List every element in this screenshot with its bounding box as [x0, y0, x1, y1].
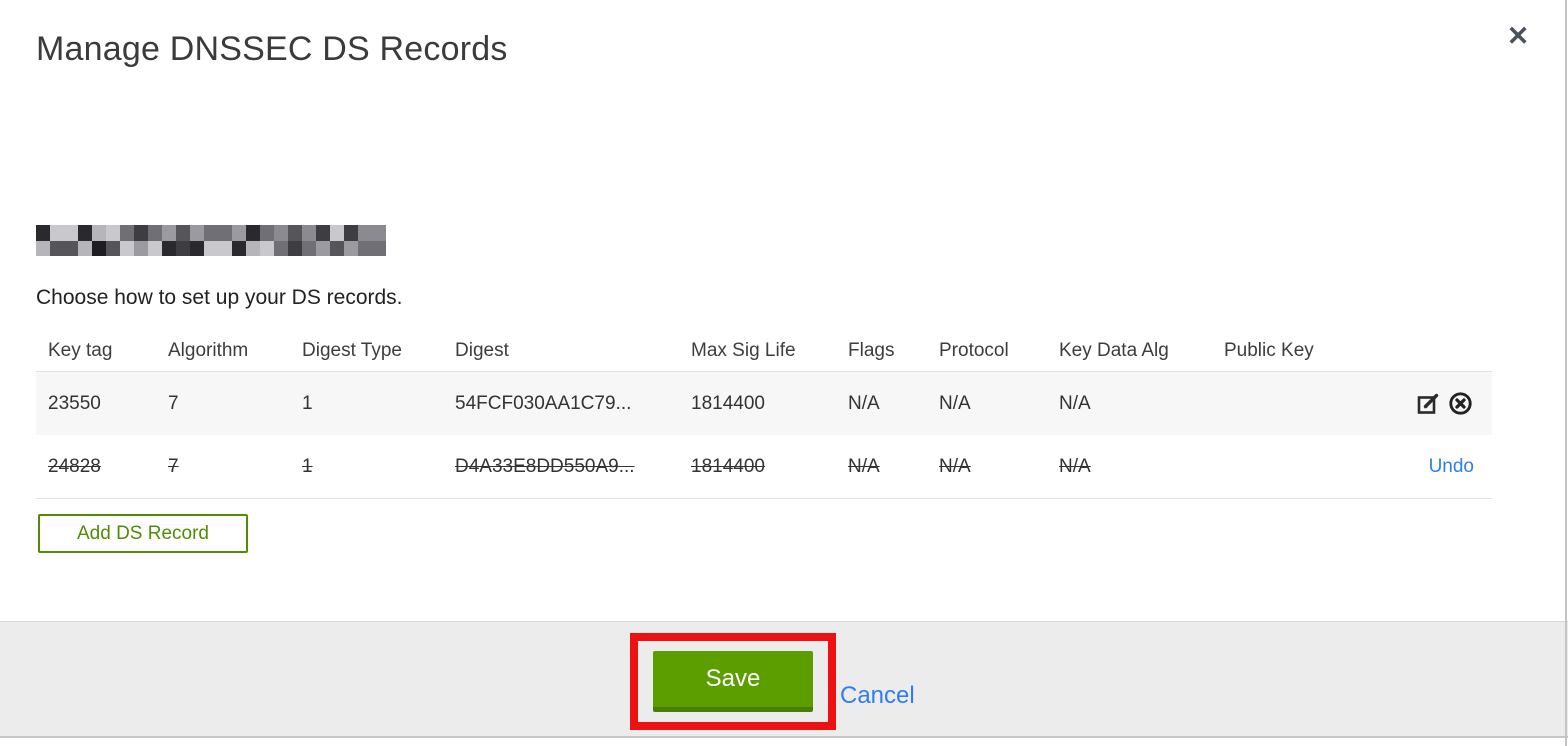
cell-flags: N/A — [848, 455, 880, 477]
page-title: Manage DNSSEC DS Records — [36, 30, 508, 68]
redacted-pixel — [78, 240, 92, 256]
redacted-pixel — [148, 225, 162, 241]
redacted-pixel — [78, 225, 92, 241]
redacted-pixel — [358, 240, 372, 256]
cell-digest-type: 1 — [302, 392, 313, 414]
redacted-pixel — [316, 240, 330, 256]
cell-max-sig-life: 1814400 — [691, 455, 765, 477]
table-header-row: Key tag Algorithm Digest Type Digest Max… — [36, 330, 1492, 371]
edit-icon[interactable] — [1414, 390, 1442, 418]
redacted-pixel — [64, 225, 78, 241]
cell-digest: 54FCF030AA1C79... — [455, 392, 632, 414]
column-header-algorithm: Algorithm — [168, 339, 249, 361]
redacted-pixel — [288, 240, 302, 256]
cell-key-tag: 24828 — [48, 455, 101, 477]
redacted-pixel — [274, 240, 288, 256]
cancel-link[interactable]: Cancel — [840, 682, 915, 710]
redacted-pixel — [232, 225, 246, 241]
redacted-pixel — [218, 240, 232, 256]
redacted-pixel — [288, 225, 302, 241]
modal-footer: Save Cancel — [0, 621, 1568, 738]
column-header-flags: Flags — [848, 339, 895, 361]
table-row: 23550 7 1 54FCF030AA1C79... 1814400 N/A … — [36, 371, 1492, 435]
cell-digest: D4A33E8DD550A9... — [455, 455, 635, 477]
add-ds-record-button[interactable]: Add DS Record — [38, 514, 248, 553]
instruction-text: Choose how to set up your DS records. — [36, 286, 403, 309]
redacted-pixel — [120, 225, 134, 241]
redacted-pixel — [330, 240, 344, 256]
redacted-pixel — [176, 240, 190, 256]
redacted-pixel — [50, 240, 64, 256]
column-header-public-key: Public Key — [1224, 339, 1314, 361]
redacted-pixel — [260, 240, 274, 256]
redacted-pixel — [92, 240, 106, 256]
redacted-pixel — [176, 225, 190, 241]
redacted-pixel — [106, 240, 120, 256]
cell-flags: N/A — [848, 392, 880, 414]
column-header-digest: Digest — [455, 339, 509, 361]
column-header-digest-type: Digest Type — [302, 339, 402, 361]
redacted-pixel — [358, 225, 372, 241]
cell-algorithm: 7 — [168, 392, 179, 414]
redacted-pixel — [246, 240, 260, 256]
save-button[interactable]: Save — [653, 651, 813, 712]
cell-digest-type: 1 — [302, 455, 313, 477]
redacted-pixel — [246, 225, 260, 241]
ds-records-table: Key tag Algorithm Digest Type Digest Max… — [36, 330, 1492, 499]
redacted-pixel — [162, 225, 176, 241]
undo-link[interactable]: Undo — [1429, 456, 1474, 478]
redacted-pixel — [274, 225, 288, 241]
cell-protocol: N/A — [939, 455, 971, 477]
redacted-pixel — [190, 225, 204, 241]
cell-key-data-alg: N/A — [1059, 392, 1091, 414]
redacted-pixel — [50, 225, 64, 241]
redacted-pixel — [232, 240, 246, 256]
row-actions — [1364, 390, 1492, 418]
table-row-deleted: 24828 7 1 D4A33E8DD550A9... 1814400 N/A … — [36, 435, 1492, 499]
row-actions: Undo — [1364, 456, 1492, 478]
redacted-pixel — [302, 225, 316, 241]
cell-algorithm: 7 — [168, 455, 179, 477]
redacted-pixel — [36, 225, 50, 241]
redacted-pixel — [330, 225, 344, 241]
redacted-pixel — [344, 225, 358, 241]
redacted-pixel — [106, 225, 120, 241]
column-header-protocol: Protocol — [939, 339, 1009, 361]
redacted-pixel — [204, 225, 218, 241]
redacted-domain — [36, 225, 386, 256]
redacted-pixel — [190, 240, 204, 256]
redacted-pixel — [92, 225, 106, 241]
redacted-pixel — [134, 240, 148, 256]
cell-key-data-alg: N/A — [1059, 455, 1091, 477]
redacted-pixel — [316, 225, 330, 241]
redacted-pixel — [372, 240, 386, 256]
manage-dnssec-modal: Manage DNSSEC DS Records ✕ Choose how to… — [0, 0, 1568, 746]
redacted-pixel — [148, 240, 162, 256]
cell-max-sig-life: 1814400 — [691, 392, 765, 414]
column-header-key-data-alg: Key Data Alg — [1059, 339, 1169, 361]
redacted-pixel — [120, 240, 134, 256]
redacted-pixel — [302, 240, 316, 256]
cell-key-tag: 23550 — [48, 392, 101, 414]
redacted-pixel — [64, 240, 78, 256]
column-header-max-sig-life: Max Sig Life — [691, 339, 796, 361]
redacted-pixel — [204, 240, 218, 256]
redacted-pixel — [36, 240, 50, 256]
close-icon[interactable]: ✕ — [1502, 20, 1534, 52]
column-header-key-tag: Key tag — [48, 339, 113, 361]
delete-icon[interactable] — [1446, 390, 1474, 418]
redacted-pixel — [344, 240, 358, 256]
annotation-highlight-box: Save — [630, 633, 836, 730]
window-right-border — [1565, 0, 1567, 746]
redacted-pixel — [260, 225, 274, 241]
redacted-pixel — [162, 240, 176, 256]
cell-protocol: N/A — [939, 392, 971, 414]
redacted-pixel — [218, 225, 232, 241]
redacted-pixel — [134, 225, 148, 241]
redacted-pixel — [372, 225, 386, 241]
